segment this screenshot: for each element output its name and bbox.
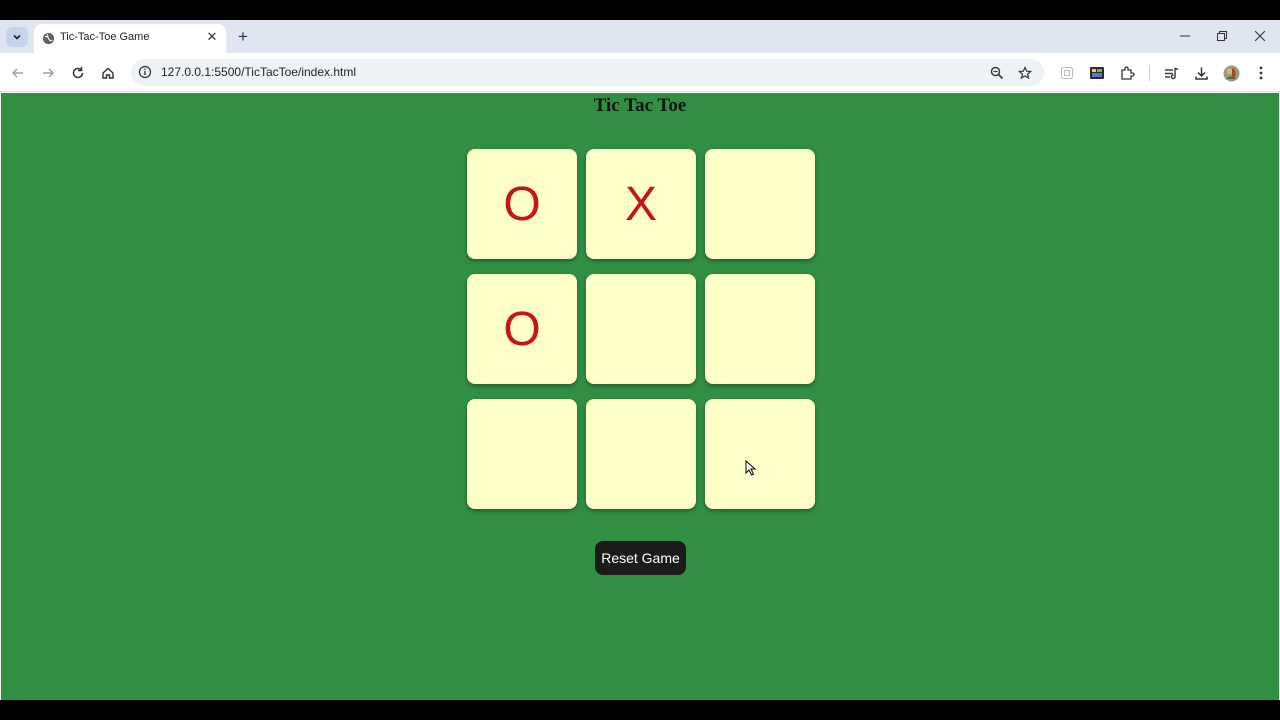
restore-button[interactable] — [1211, 26, 1233, 46]
globe-icon — [42, 32, 55, 45]
screen-frame: Tic-Tac-Toe Game ✕ + 127.0.0.1:5500/TicT… — [0, 0, 1280, 720]
board-cell-6[interactable] — [705, 274, 815, 384]
reload-icon — [72, 67, 84, 79]
reading-list-icon — [1164, 66, 1178, 79]
browser-toolbar: 127.0.0.1:5500/TicTacToe/index.html — [0, 53, 1280, 92]
address-bar[interactable]: 127.0.0.1:5500/TicTacToe/index.html — [131, 59, 1044, 86]
tab-search-button[interactable] — [6, 27, 28, 47]
board-cell-5[interactable] — [586, 274, 696, 384]
page-title: Tic Tac Toe — [593, 95, 687, 116]
tab-strip: Tic-Tac-Toe Game ✕ + — [0, 20, 1280, 53]
board-cell-2[interactable]: X — [586, 149, 696, 259]
puzzle-icon — [1120, 65, 1135, 80]
profile-button[interactable] — [1221, 63, 1241, 83]
plus-icon: + — [238, 27, 248, 46]
reload-button[interactable] — [68, 63, 88, 83]
toolbar-divider — [1149, 65, 1150, 81]
board-cell-4[interactable]: O — [467, 274, 577, 384]
tab-active[interactable]: Tic-Tac-Toe Game ✕ — [34, 24, 226, 53]
close-icon[interactable]: ✕ — [204, 29, 220, 45]
avatar — [1223, 65, 1239, 81]
arrow-right-icon — [43, 68, 55, 78]
board-cell-7[interactable] — [467, 399, 577, 509]
browser-menu-button[interactable] — [1251, 63, 1271, 83]
board-cell-8[interactable] — [586, 399, 696, 509]
downloads-button[interactable] — [1191, 63, 1211, 83]
app-extension-icon — [1090, 67, 1104, 79]
close-icon — [1254, 30, 1266, 42]
extensions-button[interactable] — [1117, 63, 1137, 83]
new-tab-button[interactable]: + — [233, 27, 253, 47]
download-icon — [1194, 67, 1208, 80]
reading-list-button[interactable] — [1161, 63, 1181, 83]
back-button[interactable] — [8, 63, 28, 83]
info-icon[interactable] — [138, 65, 152, 79]
restore-icon — [1217, 31, 1227, 41]
reset-game-button[interactable]: Reset Game — [595, 541, 686, 575]
board-cell-1[interactable]: O — [467, 149, 577, 259]
extension-button-1[interactable] — [1057, 63, 1077, 83]
board-cell-9[interactable] — [705, 399, 815, 509]
extension-button-2[interactable] — [1087, 63, 1107, 83]
kebab-menu-icon — [1259, 66, 1263, 80]
mouse-cursor-icon — [745, 460, 757, 476]
tab-title: Tic-Tac-Toe Game — [60, 31, 150, 43]
arrow-left-icon — [11, 68, 23, 78]
bookmark-button[interactable] — [1017, 65, 1033, 81]
browser-window: Tic-Tac-Toe Game ✕ + 127.0.0.1:5500/TicT… — [0, 20, 1280, 700]
zoom-icon — [990, 66, 1004, 80]
chevron-down-icon — [13, 34, 21, 40]
close-window-button[interactable] — [1249, 26, 1271, 46]
extension-icon — [1060, 66, 1074, 80]
minimize-icon — [1180, 35, 1190, 37]
star-icon — [1018, 66, 1032, 80]
page-content: Tic Tac Toe O X O Reset Game — [1, 93, 1279, 700]
forward-button[interactable] — [38, 63, 58, 83]
home-button[interactable] — [98, 63, 118, 83]
zoom-button[interactable] — [989, 65, 1005, 81]
home-icon — [102, 67, 114, 79]
minimize-button[interactable] — [1174, 26, 1196, 46]
board-cell-3[interactable] — [705, 149, 815, 259]
url-text: 127.0.0.1:5500/TicTacToe/index.html — [161, 65, 357, 79]
game-board: O X O — [466, 149, 816, 509]
